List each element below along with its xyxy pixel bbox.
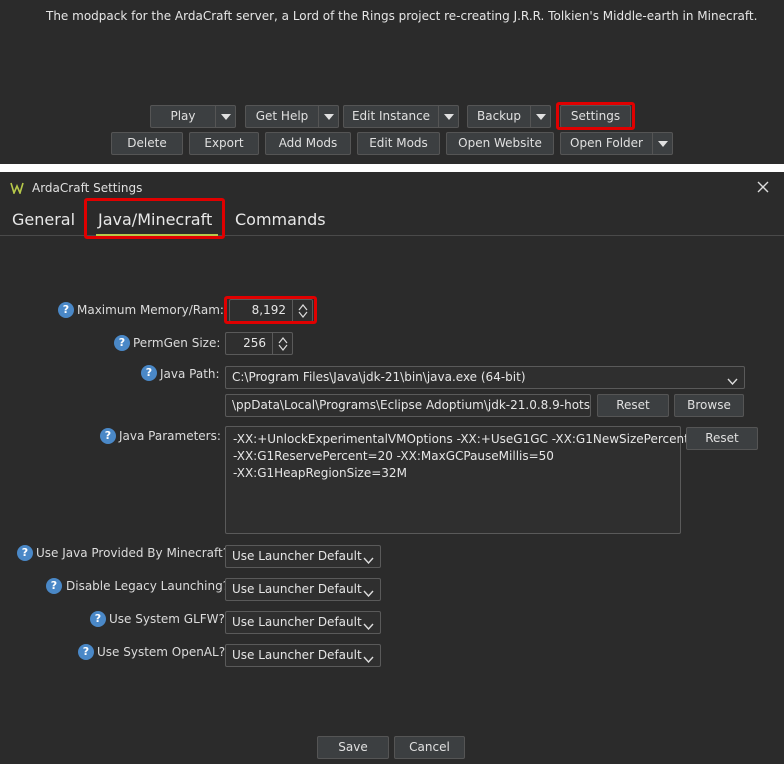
system-openal-select[interactable]: Use Launcher Default <box>225 644 381 667</box>
browse-button-label: Browse <box>687 398 731 412</box>
chevron-down-icon[interactable] <box>652 133 672 154</box>
open-website-button-label: Open Website <box>458 136 542 150</box>
chevron-down-icon <box>363 586 374 600</box>
delete-button-label: Delete <box>127 136 167 150</box>
help-icon[interactable]: ? <box>90 611 106 627</box>
dialog-title: ArdaCraft Settings <box>32 181 143 195</box>
system-openal-label: Use System OpenAL? <box>97 645 226 659</box>
chevron-down-icon[interactable] <box>530 106 550 127</box>
java-params-textarea[interactable]: -XX:+UnlockExperimentalVMOptions -XX:+Us… <box>225 426 715 534</box>
help-icon[interactable]: ? <box>78 644 94 660</box>
active-tab-indicator <box>96 234 218 237</box>
java-path-reset-label: Reset <box>616 398 650 412</box>
tab-commands[interactable]: Commands <box>235 210 326 230</box>
save-button[interactable]: Save <box>317 736 389 759</box>
system-openal-value: Use Launcher Default <box>232 648 362 662</box>
chevron-down-icon <box>727 374 738 388</box>
export-button-label: Export <box>204 136 244 150</box>
chevron-down-icon[interactable] <box>438 106 458 127</box>
settings-button[interactable]: Settings <box>560 105 631 128</box>
help-icon[interactable]: ? <box>58 302 74 318</box>
add-mods-button-label: Add Mods <box>278 136 338 150</box>
java-params-reset-label: Reset <box>705 431 739 445</box>
cancel-button-label: Cancel <box>409 740 450 754</box>
edit-instance-button[interactable]: Edit Instance <box>343 105 459 128</box>
disable-legacy-select[interactable]: Use Launcher Default <box>225 578 381 601</box>
java-params-line: -XX:G1HeapRegionSize=32M <box>233 466 407 480</box>
java-path-label: Java Path: <box>160 367 220 381</box>
chevron-down-icon[interactable] <box>215 106 235 127</box>
java-params-label: Java Parameters: <box>119 429 221 443</box>
chevron-down-icon <box>363 619 374 633</box>
disable-legacy-value: Use Launcher Default <box>232 582 362 596</box>
help-icon[interactable]: ? <box>46 578 62 594</box>
help-icon[interactable]: ? <box>100 428 116 444</box>
image-separator <box>0 164 784 172</box>
disable-legacy-label: Disable Legacy Launching? <box>66 579 230 593</box>
delete-button[interactable]: Delete <box>111 132 183 155</box>
use-java-by-minecraft-select[interactable]: Use Launcher Default <box>225 545 381 568</box>
java-path-field[interactable]: \ppData\Local\Programs\Eclipse Adoptium\… <box>225 394 591 417</box>
java-path-selected: C:\Program Files\Java\jdk-21\bin\java.ex… <box>232 370 526 384</box>
help-icon[interactable]: ? <box>141 365 157 381</box>
system-glfw-label: Use System GLFW? <box>109 612 225 626</box>
export-button[interactable]: Export <box>189 132 259 155</box>
help-icon[interactable]: ? <box>114 335 130 351</box>
java-path-custom: \ppData\Local\Programs\Eclipse Adoptium\… <box>232 398 591 412</box>
tab-java-minecraft[interactable]: Java/Minecraft <box>98 210 212 230</box>
dialog-titlebar: ArdaCraft Settings <box>0 172 784 204</box>
system-glfw-value: Use Launcher Default <box>232 615 362 629</box>
instance-panel: The modpack for the ArdaCraft server, a … <box>0 0 784 164</box>
chevron-down-icon <box>363 652 374 666</box>
edit-mods-button-label: Edit Mods <box>369 136 428 150</box>
settings-button-label: Settings <box>570 109 621 123</box>
cancel-button[interactable]: Cancel <box>394 736 465 759</box>
instance-description: The modpack for the ArdaCraft server, a … <box>46 9 758 23</box>
play-button[interactable]: Play <box>150 105 236 128</box>
max-memory-value: 8,192 <box>251 303 286 317</box>
open-folder-button[interactable]: Open Folder <box>560 132 673 155</box>
permgen-value: 256 <box>243 336 266 350</box>
max-memory-spinner[interactable]: 8,192 <box>229 299 313 322</box>
ardacraft-logo-icon <box>10 182 24 197</box>
spinner-arrows-icon[interactable] <box>292 300 312 321</box>
java-path-select[interactable]: C:\Program Files\Java\jdk-21\bin\java.ex… <box>225 366 745 389</box>
help-icon[interactable]: ? <box>17 545 33 561</box>
max-memory-label: Maximum Memory/Ram: <box>77 303 224 317</box>
edit-mods-button[interactable]: Edit Mods <box>357 132 440 155</box>
permgen-label: PermGen Size: <box>133 336 221 350</box>
get-help-button[interactable]: Get Help <box>245 105 339 128</box>
java-params-line: -XX:+UnlockExperimentalVMOptions -XX:+Us… <box>233 432 715 446</box>
system-glfw-select[interactable]: Use Launcher Default <box>225 611 381 634</box>
chevron-down-icon[interactable] <box>318 106 338 127</box>
backup-button[interactable]: Backup <box>467 105 551 128</box>
add-mods-button[interactable]: Add Mods <box>265 132 351 155</box>
use-java-by-minecraft-value: Use Launcher Default <box>232 549 362 563</box>
tab-general[interactable]: General <box>12 210 75 230</box>
browse-button[interactable]: Browse <box>674 394 744 417</box>
settings-dialog: ArdaCraft Settings General Java/Minecraf… <box>0 172 784 764</box>
spinner-arrows-icon[interactable] <box>272 333 292 354</box>
chevron-down-icon <box>363 553 374 567</box>
save-button-label: Save <box>338 740 368 754</box>
java-params-reset-button[interactable]: Reset <box>686 427 758 450</box>
java-params-line: -XX:G1ReservePercent=20 -XX:MaxGCPauseMi… <box>233 449 554 463</box>
use-java-by-minecraft-label: Use Java Provided By Minecraft? <box>36 546 230 560</box>
close-icon[interactable] <box>756 180 770 197</box>
open-website-button[interactable]: Open Website <box>446 132 554 155</box>
permgen-spinner[interactable]: 256 <box>225 332 293 355</box>
java-path-reset-button[interactable]: Reset <box>597 394 669 417</box>
